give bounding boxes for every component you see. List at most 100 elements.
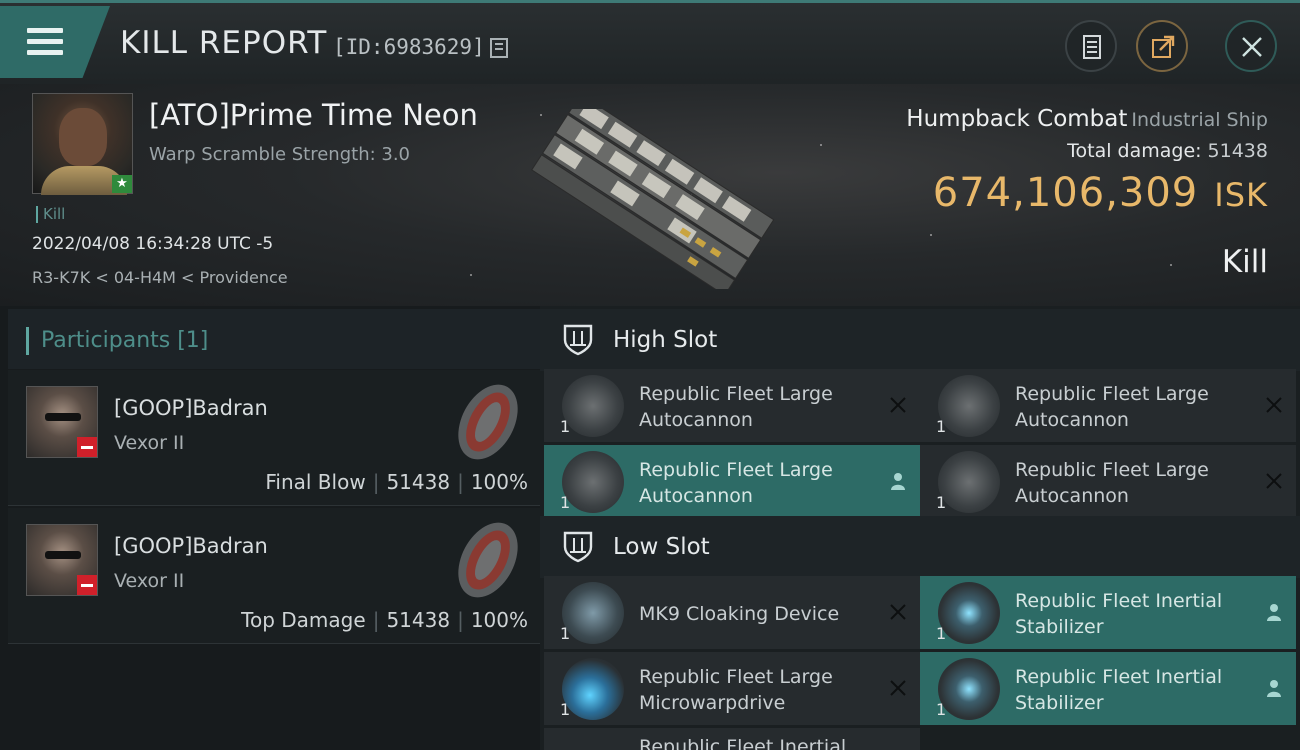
victim-name[interactable]: [ATO]Prime Time Neon xyxy=(149,98,478,132)
close-icon xyxy=(1242,37,1262,57)
cloaking-device-icon xyxy=(562,582,624,644)
module-qty: 1 xyxy=(560,417,571,436)
participant-name: [GOOP]Badran xyxy=(114,534,268,558)
autocannon-icon xyxy=(938,451,1000,513)
inertial-stabilizer-icon xyxy=(938,582,1000,644)
module-item[interactable]: 1 Republic Fleet Large Autocannon xyxy=(920,445,1296,518)
menu-icon xyxy=(27,28,63,56)
ship-type[interactable]: Humpback Combat Industrial Ship xyxy=(906,106,1268,132)
module-item-partial[interactable]: Republic Fleet Inertial xyxy=(544,728,920,750)
module-name: Republic Fleet Large Autocannon xyxy=(1015,383,1209,431)
close-button[interactable] xyxy=(1225,20,1277,72)
destroyed-x-icon xyxy=(890,604,906,620)
document-icon xyxy=(1083,35,1101,59)
total-damage-label: Total damage: xyxy=(1067,140,1202,162)
participant-percent: 100% xyxy=(470,470,528,494)
module-item[interactable]: 1 Republic Fleet Inertial Stabilizer xyxy=(920,652,1296,725)
standing-star-icon: ★ xyxy=(112,175,132,193)
autocannon-icon xyxy=(938,375,1000,437)
module-item[interactable]: 1 Republic Fleet Large Autocannon xyxy=(920,369,1296,442)
autocannon-icon xyxy=(562,451,624,513)
high-slot-header: High Slot xyxy=(540,309,1300,371)
share-icon xyxy=(1152,35,1175,58)
share-button[interactable] xyxy=(1136,20,1188,72)
participant-percent: 100% xyxy=(470,608,528,632)
destroyed-x-icon xyxy=(1266,473,1282,489)
participant-damage: 51438 xyxy=(386,608,451,632)
kill-datetime: 2022/04/08 16:34:28 UTC -5 xyxy=(32,234,274,254)
dropped-person-icon xyxy=(1267,604,1281,621)
destroyed-x-icon xyxy=(890,680,906,696)
low-slot-label: Low Slot xyxy=(613,534,710,560)
header-bar: KILL REPORT [ID:6983629] xyxy=(0,0,1300,84)
participant-damage: 51438 xyxy=(386,470,451,494)
module-name: Republic Fleet Large Autocannon xyxy=(639,459,833,507)
fitting-panel: High Slot 1 Republic Fleet Large Autocan… xyxy=(540,306,1300,750)
negative-standing-icon xyxy=(77,437,97,457)
avatar[interactable] xyxy=(26,524,98,596)
shield-slot-icon xyxy=(563,531,593,563)
kill-tag: Kill xyxy=(36,206,65,223)
isk-amount: 674,106,309 xyxy=(932,170,1199,216)
participant-card[interactable]: [GOOP]Badran Vexor II Top Damage | 51438 | 1… xyxy=(8,508,540,644)
menu-button[interactable] xyxy=(0,6,110,78)
module-name: Republic Fleet Inertial xyxy=(639,736,847,750)
participants-panel: Participants [1] [GOOP]Badran Vexor II F… xyxy=(0,306,540,750)
autocannon-icon xyxy=(562,375,624,437)
module-qty: 1 xyxy=(936,493,947,512)
shield-slot-icon xyxy=(563,324,593,356)
participant-ship: Vexor II xyxy=(114,432,185,454)
module-qty: 1 xyxy=(560,700,571,719)
dropped-person-icon xyxy=(1267,680,1281,697)
low-slot-header: Low Slot xyxy=(540,516,1300,578)
module-qty: 1 xyxy=(936,700,947,719)
high-slot-label: High Slot xyxy=(613,327,718,353)
total-damage-value: 51438 xyxy=(1207,140,1268,162)
module-item[interactable]: 1 Republic Fleet Large Microwarpdrive xyxy=(544,652,920,725)
total-damage: Total damage: 51438 xyxy=(1067,140,1268,162)
victim-avatar[interactable]: ★ xyxy=(32,93,133,195)
module-name: MK9 Cloaking Device xyxy=(639,603,840,625)
participant-ship: Vexor II xyxy=(114,570,185,592)
isk-value: 674,106,309 ISK xyxy=(933,170,1268,216)
page-title: KILL REPORT xyxy=(120,25,328,61)
participant-role: Top Damage xyxy=(241,608,366,632)
isk-unit: ISK xyxy=(1214,176,1268,214)
copy-icon[interactable] xyxy=(490,38,508,58)
module-name: Republic Fleet Inertial Stabilizer xyxy=(1015,590,1223,638)
report-id: [ID:6983629] xyxy=(333,35,485,59)
participant-name: [GOOP]Badran xyxy=(114,396,268,420)
negative-standing-icon xyxy=(77,575,97,595)
kill-type: Kill xyxy=(1221,244,1268,280)
ship-class: Industrial Ship xyxy=(1131,109,1268,131)
module-item[interactable]: 1 Republic Fleet Large Autocannon xyxy=(544,369,920,442)
ship-name: Humpback Combat xyxy=(906,106,1128,132)
module-name: Republic Fleet Inertial Stabilizer xyxy=(1015,666,1223,714)
avatar[interactable] xyxy=(26,386,98,458)
participant-ship-image xyxy=(458,384,518,460)
destroyed-x-icon xyxy=(1266,397,1282,413)
participant-stats: Top Damage | 51438 | 100% xyxy=(241,608,528,632)
module-item[interactable]: 1 MK9 Cloaking Device xyxy=(544,576,920,649)
victim-summary: ★ [ATO]Prime Time Neon Warp Scramble Str… xyxy=(0,84,1300,306)
ship-image xyxy=(531,109,775,289)
warp-scramble-strength: Warp Scramble Strength: 3.0 xyxy=(149,144,411,165)
microwarpdrive-icon xyxy=(562,658,624,720)
module-qty: 1 xyxy=(560,493,571,512)
kill-location[interactable]: R3-K7K < 04-H4M < Providence xyxy=(32,268,288,287)
module-name: Republic Fleet Large Microwarpdrive xyxy=(639,666,833,714)
participant-role: Final Blow xyxy=(265,470,366,494)
destroyed-x-icon xyxy=(890,397,906,413)
module-name: Republic Fleet Large Autocannon xyxy=(1015,459,1209,507)
module-qty: 1 xyxy=(560,624,571,643)
inertial-stabilizer-icon xyxy=(938,658,1000,720)
module-qty: 1 xyxy=(936,624,947,643)
participants-header: Participants [1] xyxy=(8,309,540,369)
participant-ship-image xyxy=(458,522,518,598)
participant-card[interactable]: [GOOP]Badran Vexor II Final Blow | 51438 | 1… xyxy=(8,370,540,506)
module-item[interactable]: 1 Republic Fleet Inertial Stabilizer xyxy=(920,576,1296,649)
document-button[interactable] xyxy=(1065,20,1117,72)
participants-label: Participants [1] xyxy=(26,327,208,355)
module-item[interactable]: 1 Republic Fleet Large Autocannon xyxy=(544,445,920,518)
participant-stats: Final Blow | 51438 | 100% xyxy=(265,470,528,494)
